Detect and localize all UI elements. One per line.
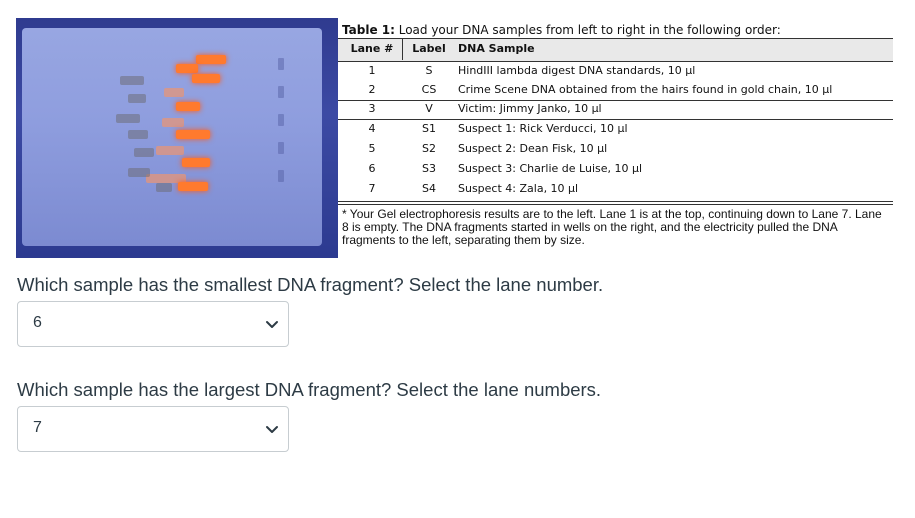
table-title: Table 1: Load your DNA samples from left… [342,23,781,37]
lane-label: V [425,102,433,115]
lane-number: 4 [368,122,376,135]
gel-band [120,76,144,85]
lane-sample: HindIII lambda digest DNA standards, 10 … [458,64,696,77]
gel-band [128,130,148,139]
gel-band [176,64,198,73]
gel-band [176,130,210,139]
lane-label: S1 [422,122,436,135]
gel-band [176,102,200,111]
lane-number: 1 [368,64,376,77]
table-row: 4 S1 Suspect 1: Rick Verducci, 10 µl [338,119,893,139]
lane-sample: Suspect 2: Dean Fisk, 10 µl [458,142,608,155]
lane-number: 2 [368,83,376,96]
chevron-down-icon [266,321,278,328]
table-row: 2 CS Crime Scene DNA obtained from the h… [338,80,893,100]
lane-label: S4 [422,182,436,195]
lane-label: S3 [422,162,436,175]
gel-band [134,148,154,157]
lane-sample: Crime Scene DNA obtained from the hairs … [458,83,833,96]
header-sample: DNA Sample [458,42,535,55]
selected-value: 7 [33,419,42,436]
gel-band [156,146,184,155]
largest-fragment-select[interactable]: 7 [17,406,289,452]
lane-number: 3 [368,102,376,115]
gel-band [178,182,208,191]
question-largest-fragment: Which sample has the largest DNA fragmen… [17,379,602,400]
table-row: 3 V Victim: Jimmy Janko, 10 µl [338,99,893,119]
lane-sample: Suspect 1: Rick Verducci, 10 µl [458,122,628,135]
gel-figure: Table 1: Load your DNA samples from left… [16,18,893,258]
table-header-row: Lane # Label DNA Sample [338,39,893,59]
smallest-fragment-select[interactable]: 6 [17,301,289,347]
header-lane: Lane # [350,42,394,55]
gel-slab [22,28,322,246]
lane-number: 5 [368,142,376,155]
header-label: Label [412,42,446,55]
gel-well [278,114,284,126]
lane-label: CS [421,83,437,96]
lane-number: 6 [368,162,376,175]
gel-band [156,183,172,192]
lane-label: S2 [422,142,436,155]
lane-table: Table 1: Load your DNA samples from left… [338,18,893,258]
gel-band [196,55,226,64]
gel-band [162,118,184,127]
gel-band [164,88,184,97]
gel-band [192,74,220,83]
selected-value: 6 [33,314,42,331]
lane-label: S [425,64,433,77]
table-row: 5 S2 Suspect 2: Dean Fisk, 10 µl [338,139,893,159]
lane-number: 7 [368,182,376,195]
lane-sample: Victim: Jimmy Janko, 10 µl [458,102,602,115]
table-row: 7 S4 Suspect 4: Zala, 10 µl [338,179,893,199]
chevron-down-icon [266,426,278,433]
gel-footnote: * Your Gel electrophoresis results are t… [342,207,882,247]
gel-band [182,158,210,167]
table-row: 6 S3 Suspect 3: Charlie de Luise, 10 µl [338,159,893,179]
gel-well [278,142,284,154]
table-row: 1 S HindIII lambda digest DNA standards,… [338,61,893,81]
divider [338,204,893,205]
gel-well [278,170,284,182]
gel-band [116,114,140,123]
gel-well [278,86,284,98]
lane-sample: Suspect 4: Zala, 10 µl [458,182,579,195]
gel-well [278,58,284,70]
question-smallest-fragment: Which sample has the smallest DNA fragme… [17,274,604,295]
gel-electrophoresis-image [16,18,338,258]
divider [338,201,893,202]
lane-sample: Suspect 3: Charlie de Luise, 10 µl [458,162,643,175]
gel-band [128,94,146,103]
gel-band [128,168,150,177]
